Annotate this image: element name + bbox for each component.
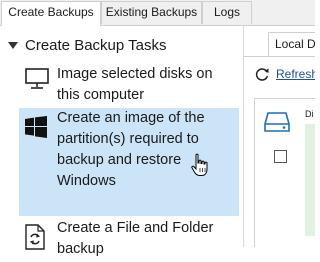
refresh-link[interactable]: Refresh: [276, 66, 315, 82]
tab-logs[interactable]: Logs: [202, 1, 252, 24]
task-tree-pane: Create Backup Tasks Image selected disks…: [0, 26, 244, 257]
task-label: Create an image of the partition(s) requ…: [57, 110, 205, 189]
hand-cursor-icon: [191, 153, 209, 182]
tree-group-label: Create Backup Tasks: [25, 37, 167, 54]
tab-underline: [244, 56, 315, 57]
disk-select-checkbox[interactable]: [274, 150, 287, 163]
collapse-arrow-icon[interactable]: [8, 42, 18, 49]
details-pane: Local Dis Refresh Di: [244, 26, 315, 247]
tab-create-backups[interactable]: Create Backups: [1, 1, 101, 26]
monitor-icon: [25, 68, 49, 95]
windows-logo-icon: [25, 116, 47, 143]
hard-disk-icon: [264, 111, 290, 138]
tab-existing-backups[interactable]: Existing Backups: [101, 1, 202, 24]
main-tab-bar: Create Backups Existing Backups Logs: [0, 0, 315, 26]
refresh-icon[interactable]: [254, 66, 270, 87]
tab-local-disks[interactable]: Local Dis: [268, 32, 315, 56]
disk-label: Di: [305, 109, 314, 119]
task-label: Create a File and Folder backup: [57, 220, 214, 257]
task-label: Image selected disks on this computer: [57, 66, 213, 103]
task-file-folder-backup[interactable]: Create a File and Folder backup: [19, 218, 239, 262]
file-sync-icon: [25, 224, 45, 255]
task-image-selected-disks[interactable]: Image selected disks on this computer: [19, 64, 239, 104]
partition-bar: [305, 124, 315, 236]
